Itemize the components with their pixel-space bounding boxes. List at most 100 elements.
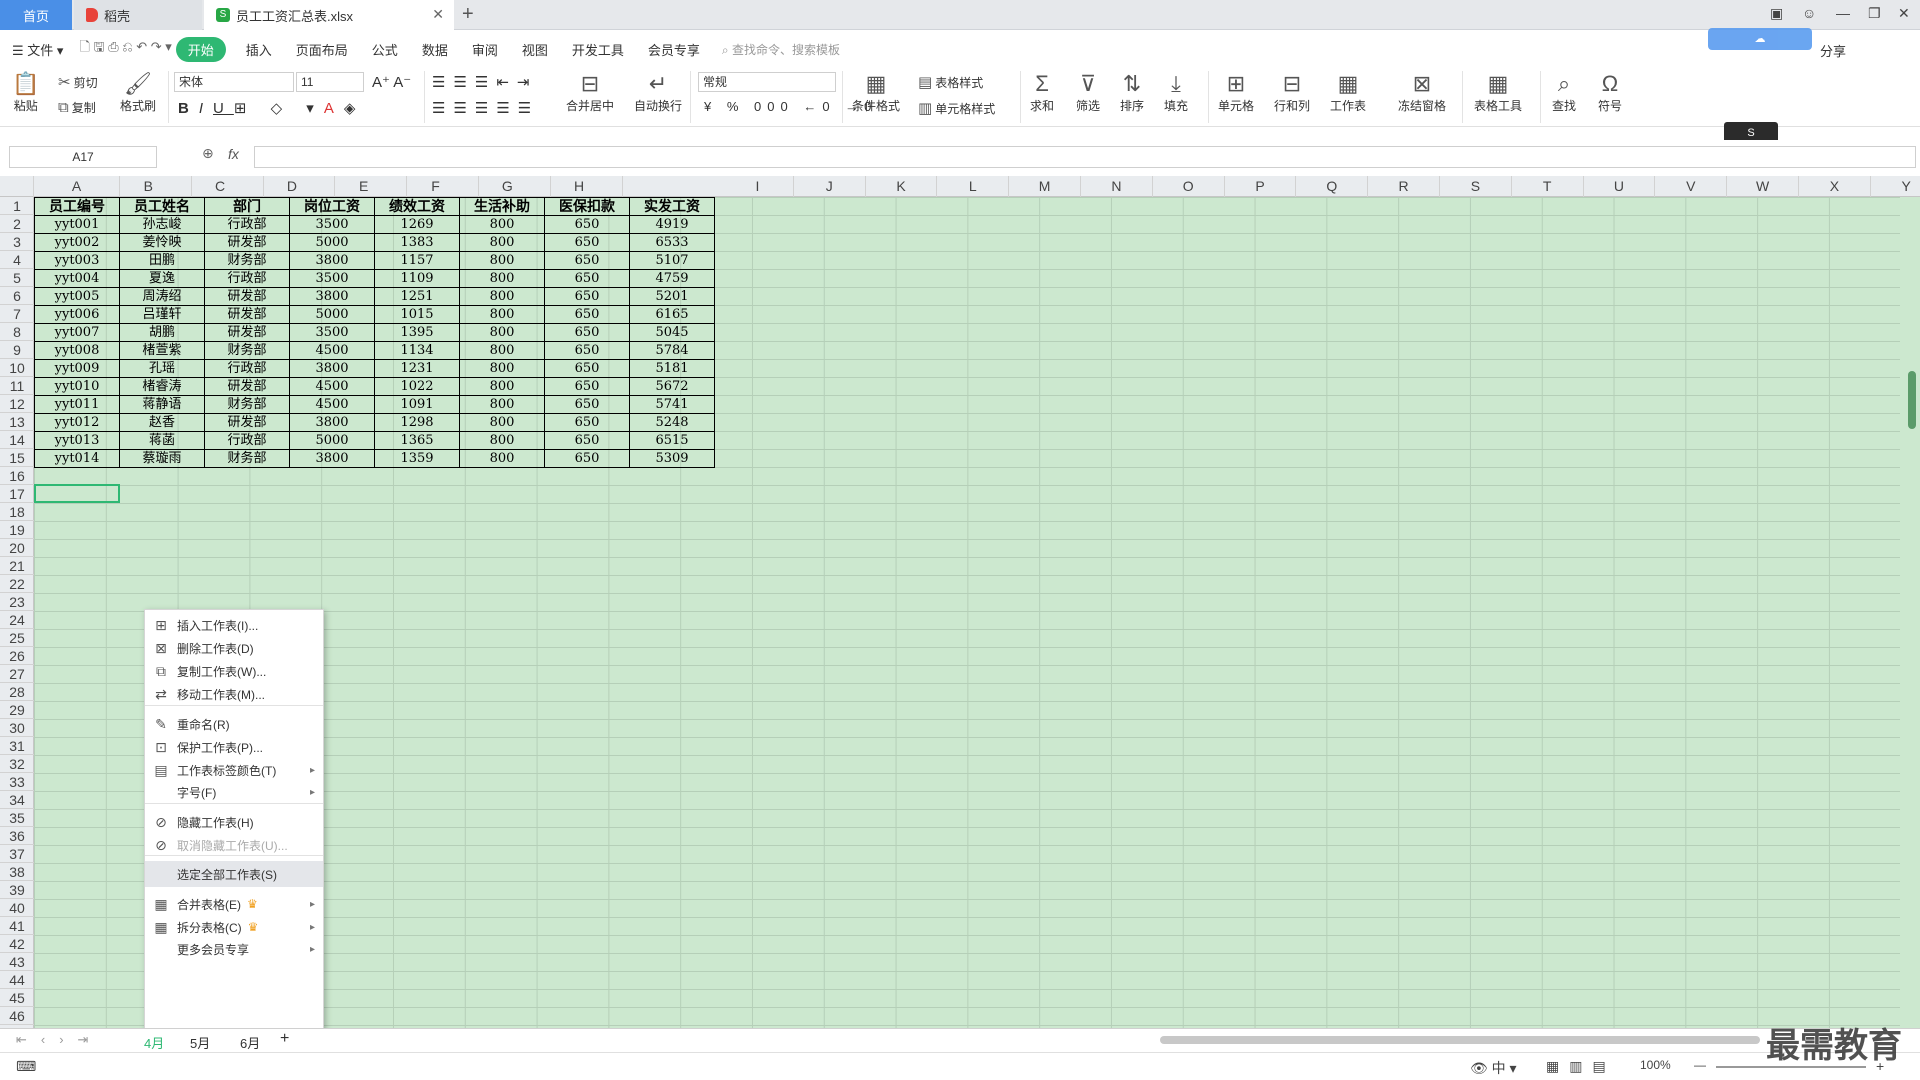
share-button[interactable]: 分享 [1820,41,1846,60]
row-header[interactable]: 11 [0,377,34,395]
minimize-icon[interactable]: — [1836,5,1850,21]
cloud-sync-button[interactable]: ☁ [1708,28,1812,50]
row-header[interactable]: 4 [0,251,34,269]
table-cell[interactable]: 3800 [289,449,375,468]
sort-button[interactable]: ⇅ 排序 [1120,71,1144,114]
table-header-cell[interactable]: 生活补助 [459,197,545,216]
row-header[interactable]: 31 [0,737,34,755]
menu-member[interactable]: 会员专享 [636,40,712,59]
table-cell[interactable]: 5000 [289,233,375,252]
fx-icon[interactable]: fx [228,146,239,162]
table-cell[interactable]: 1134 [374,341,460,360]
table-cell[interactable]: yyt008 [34,341,120,360]
row-header[interactable]: 15 [0,449,34,467]
table-cell[interactable]: 胡鹏 [119,323,205,342]
zoom-formula-icon[interactable]: ⊕ [202,145,214,162]
row-header[interactable]: 30 [0,719,34,737]
table-cell[interactable]: 800 [459,305,545,324]
row-header[interactable]: 39 [0,881,34,899]
row-header[interactable]: 10 [0,359,34,377]
sum-button[interactable]: Σ 求和 [1030,71,1054,114]
table-cell[interactable]: 650 [544,431,630,450]
table-cell[interactable]: 6165 [629,305,715,324]
table-cell[interactable]: 650 [544,305,630,324]
eye-protect-icon[interactable]: 👁 中 ▾ [1470,1058,1517,1078]
table-cell[interactable]: 5181 [629,359,715,378]
table-cell[interactable]: yyt003 [34,251,120,270]
context-menu-item[interactable]: 更多会员专享 ▸ [145,936,323,962]
menu-file[interactable]: ☰ 文件 ▾ [0,40,75,59]
table-cell[interactable]: 800 [459,359,545,378]
table-cell[interactable]: 650 [544,395,630,414]
command-search[interactable]: ⌕ 查找命令、搜索模板 [722,41,840,58]
table-cell[interactable]: 1383 [374,233,460,252]
table-cell[interactable]: 1395 [374,323,460,342]
sheet-nav-arrows[interactable]: ⇤‹›⇥ [16,1032,102,1048]
table-cell[interactable]: 800 [459,413,545,432]
column-header-o[interactable]: O [1153,176,1225,197]
table-cell[interactable]: yyt002 [34,233,120,252]
table-cell[interactable]: 财务部 [204,251,290,270]
table-cell[interactable]: 楮萱紫 [119,341,205,360]
menu-data[interactable]: 数据 [410,40,460,59]
table-cell[interactable]: 6533 [629,233,715,252]
table-cell[interactable]: 研发部 [204,377,290,396]
table-cell[interactable]: 1298 [374,413,460,432]
table-cell[interactable]: 研发部 [204,233,290,252]
table-cell[interactable]: 1109 [374,269,460,288]
table-cell[interactable]: 650 [544,449,630,468]
table-cell[interactable]: 4500 [289,341,375,360]
table-header-cell[interactable]: 员工编号 [34,197,120,216]
table-cell[interactable]: 孙志峻 [119,215,205,234]
table-style-button[interactable]: ▤ 表格样式 [918,73,983,91]
table-cell[interactable]: yyt001 [34,215,120,234]
fill-button[interactable]: ⤓ 填充 [1164,71,1188,114]
table-cell[interactable]: 650 [544,413,630,432]
table-cell[interactable]: 1231 [374,359,460,378]
row-header[interactable]: 41 [0,917,34,935]
table-cell[interactable]: 财务部 [204,395,290,414]
sheet-tab-april[interactable]: 4月 [140,1033,169,1054]
row-header[interactable]: 24 [0,611,34,629]
table-cell[interactable]: 4500 [289,395,375,414]
row-header[interactable]: 26 [0,647,34,665]
row-header[interactable]: 1 [0,197,34,215]
table-cell[interactable]: yyt014 [34,449,120,468]
table-cell[interactable]: 姜怜映 [119,233,205,252]
table-cell[interactable]: 800 [459,269,545,288]
table-cell[interactable]: yyt006 [34,305,120,324]
table-header-cell[interactable]: 岗位工资 [289,197,375,216]
table-header-cell[interactable]: 实发工资 [629,197,715,216]
align-buttons-top[interactable]: ☰☰☰⇤⇥ [432,73,537,91]
table-cell[interactable]: yyt007 [34,323,120,342]
zoom-out-icon[interactable]: — [1694,1058,1706,1072]
column-header-j[interactable]: J [794,176,866,197]
table-cell[interactable]: 3500 [289,269,375,288]
menu-view[interactable]: 视图 [510,40,560,59]
table-cell[interactable]: 650 [544,341,630,360]
table-cell[interactable]: 赵香 [119,413,205,432]
cell-button[interactable]: ⊞ 单元格 [1218,71,1254,114]
row-header[interactable]: 25 [0,629,34,647]
table-cell[interactable]: 5784 [629,341,715,360]
format-painter-button[interactable]: 🖌 格式刷 [120,71,156,114]
table-cell[interactable]: 800 [459,377,545,396]
table-cell[interactable]: 650 [544,251,630,270]
menu-review[interactable]: 审阅 [460,40,510,59]
row-col-button[interactable]: ⊟ 行和列 [1274,71,1310,114]
table-cell[interactable]: yyt011 [34,395,120,414]
selected-cell-a17[interactable] [34,484,120,503]
row-header[interactable]: 16 [0,467,34,485]
column-header-y[interactable]: Y [1871,176,1920,197]
column-header-t[interactable]: T [1512,176,1584,197]
cell-style-button[interactable]: ▥ 单元格样式 [918,99,995,117]
table-cell[interactable]: 行政部 [204,215,290,234]
row-header[interactable]: 42 [0,935,34,953]
table-cell[interactable]: 4919 [629,215,715,234]
table-cell[interactable]: 650 [544,287,630,306]
row-header[interactable]: 14 [0,431,34,449]
table-cell[interactable]: 650 [544,269,630,288]
table-cell[interactable]: 3800 [289,287,375,306]
layout-icon[interactable]: ▣ [1770,5,1783,22]
table-cell[interactable]: 蔡璇雨 [119,449,205,468]
